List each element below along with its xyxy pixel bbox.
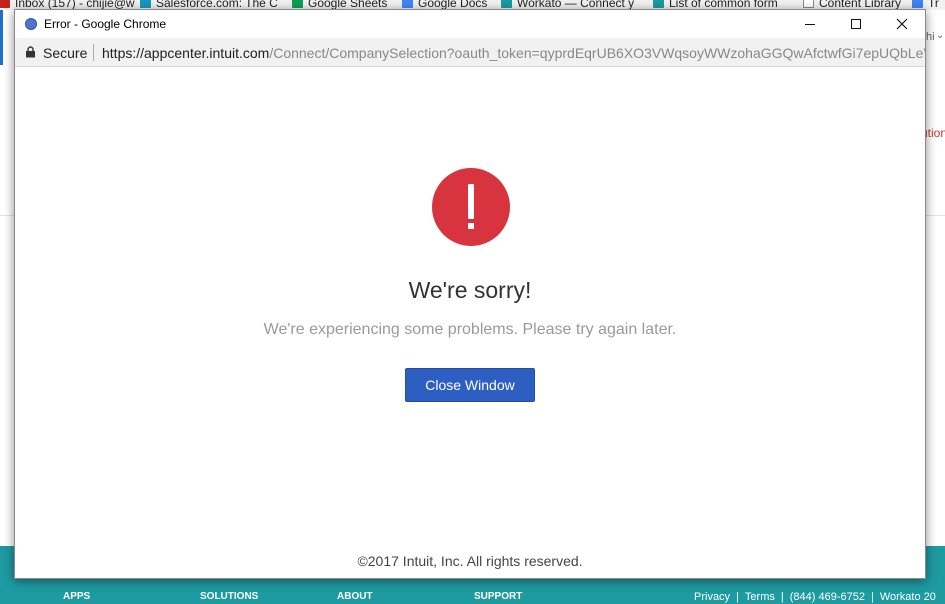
lock-icon: [26, 46, 35, 58]
error-heading: We're sorry!: [408, 277, 532, 303]
window-title: Error - Google Chrome: [44, 17, 167, 31]
url-text[interactable]: https://appcenter.intuit.com/Connect/Com…: [102, 45, 925, 61]
salesforce-icon: [140, 0, 151, 8]
footer-nav-apps[interactable]: APPS: [63, 591, 90, 602]
close-window-button-primary[interactable]: Close Window: [405, 368, 535, 402]
background-page-left: [0, 10, 14, 604]
page-icon: [803, 0, 814, 8]
footer-phone: (844) 469-6752: [789, 591, 865, 603]
workato-icon: [653, 0, 664, 8]
address-separator: [93, 44, 94, 61]
chevron-down-icon: ⌄: [936, 30, 945, 41]
globe-icon: [25, 18, 37, 30]
background-divider: [926, 215, 945, 216]
address-bar[interactable]: Secure https://appcenter.intuit.com/Conn…: [15, 38, 925, 67]
footer-separator: |: [736, 591, 739, 603]
exclamation-bar: [468, 184, 474, 219]
docs-icon: [402, 0, 413, 8]
footer-nav-support[interactable]: SUPPORT: [474, 591, 522, 602]
footer-nav-solutions[interactable]: SOLUTIONS: [200, 591, 258, 602]
footer-copyright-fragment: Workato 20: [879, 591, 936, 603]
error-message: We're experiencing some problems. Please…: [263, 321, 677, 338]
gmail-icon: [0, 0, 10, 8]
footer-links: Privacy | Terms | (844) 469-6752 | Workato 20: [694, 591, 936, 603]
workato-icon: [501, 0, 512, 8]
docs-icon: [912, 0, 923, 8]
close-window-button[interactable]: [879, 10, 925, 38]
error-page: We're sorry! We're experiencing some pro…: [15, 67, 925, 578]
secure-label: Secure: [43, 45, 88, 61]
minimize-icon: [805, 23, 815, 25]
url-host: https://appcenter.intuit.com: [102, 45, 270, 61]
maximize-icon: [851, 19, 861, 29]
exclamation-dot: [468, 223, 474, 229]
background-divider: [0, 215, 14, 216]
window-titlebar[interactable]: Error - Google Chrome: [15, 10, 925, 38]
background-sidebar-strip: [0, 10, 3, 65]
close-icon: [896, 18, 908, 30]
minimize-button[interactable]: [787, 10, 833, 38]
background-user-fragment: hi: [926, 31, 935, 43]
footer-link-privacy[interactable]: Privacy: [694, 591, 730, 603]
background-page-right: [926, 10, 945, 604]
url-path: /Connect/CompanySelection?oauth_token=qy…: [269, 45, 925, 61]
footer-separator: |: [870, 591, 874, 603]
maximize-button[interactable]: [833, 10, 879, 38]
exclamation-icon: [432, 168, 510, 246]
copyright-text: ©2017 Intuit, Inc. All rights reserved.: [357, 553, 583, 569]
popup-window: Error - Google Chrome Secure https://app…: [14, 9, 926, 579]
footer-link-terms[interactable]: Terms: [745, 591, 775, 603]
footer-separator: |: [780, 591, 784, 603]
footer-nav-about[interactable]: ABOUT: [337, 591, 373, 602]
sheets-icon: [292, 0, 303, 8]
